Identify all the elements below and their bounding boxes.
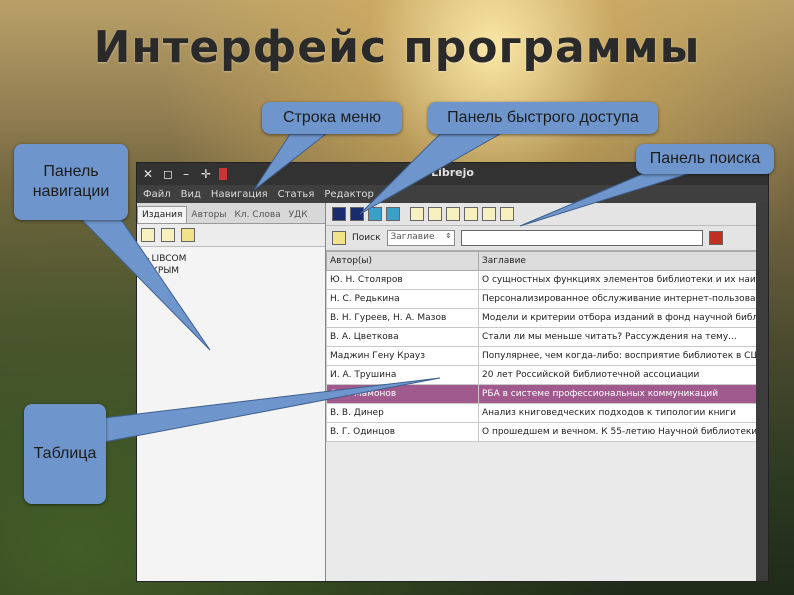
menu-bar-pointer [253,133,328,191]
table-pointer [103,377,441,443]
callout-search-panel: Панель поиска [636,144,774,174]
quick-access-pointer [359,133,502,215]
callout-quick-access: Панель быстрого доступа [428,102,658,134]
callout-arrows [78,133,701,443]
callout-navigation: Панель навигации [14,144,128,220]
search-panel-pointer [519,169,701,227]
callout-table: Таблица [24,404,106,504]
navigation-pointer [78,217,211,351]
callout-menu-bar: Строка меню [262,102,402,134]
